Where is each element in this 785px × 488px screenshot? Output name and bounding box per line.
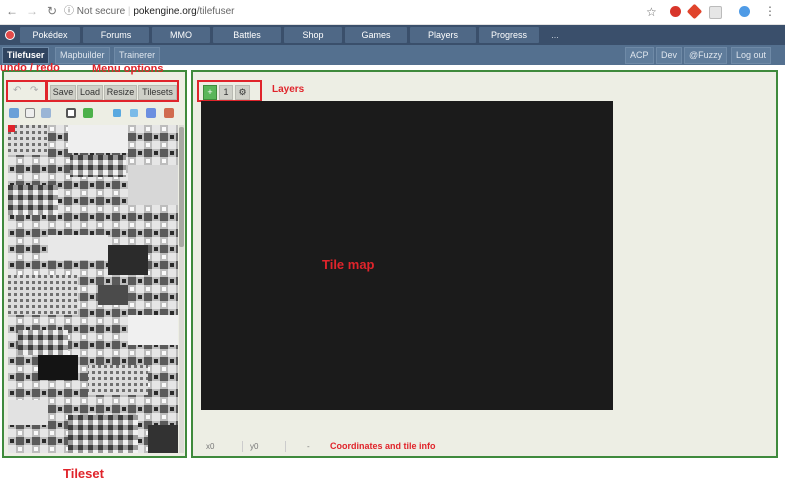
redo-icon[interactable]: ↷ xyxy=(30,86,40,96)
nav-progress[interactable]: Progress xyxy=(479,27,539,43)
logout-link[interactable]: Log out xyxy=(731,47,772,64)
layer-1-button[interactable]: 1 xyxy=(219,85,233,100)
y-coordinate: y0 xyxy=(250,442,259,451)
url-path: /tilefuser xyxy=(196,6,235,17)
menu-options-group: Save Load Resize Tilesets xyxy=(46,80,179,102)
acp-link[interactable]: ACP xyxy=(625,47,654,64)
resize-button[interactable]: Resize xyxy=(104,85,137,100)
tag-extension-icon[interactable] xyxy=(686,3,703,20)
tilesets-button[interactable]: Tilesets xyxy=(138,85,177,100)
tileset-scrollbar[interactable] xyxy=(179,125,184,453)
security-label: Not secure xyxy=(76,6,126,17)
divider xyxy=(285,441,286,452)
nav-pokedex[interactable]: Pokédex xyxy=(20,27,80,43)
divider xyxy=(242,441,243,452)
annotation-coordinates: Coordinates and tile info xyxy=(330,441,436,451)
annotation-tile-map: Tile map xyxy=(322,257,375,272)
annotation-tileset: Tileset xyxy=(63,466,104,481)
layer-light-icon[interactable] xyxy=(130,109,138,117)
nav-games[interactable]: Games xyxy=(345,27,407,43)
save-button[interactable]: Save xyxy=(50,85,76,100)
annotation-menu-options: Menu options xyxy=(92,63,164,75)
tile-map-canvas[interactable] xyxy=(201,101,613,410)
sub-nav: Tilefuser Mapbuilder Trainerer ACP Dev @… xyxy=(0,45,785,65)
add-layer-button[interactable]: + xyxy=(203,85,217,100)
extension-icon[interactable] xyxy=(670,6,681,17)
select-rect-icon[interactable] xyxy=(25,108,35,118)
paint-bucket-icon[interactable] xyxy=(9,108,19,118)
grid-icon[interactable] xyxy=(41,108,51,118)
green-grid-icon[interactable] xyxy=(83,108,93,118)
profile-icon[interactable] xyxy=(739,6,750,17)
nav-shop[interactable]: Shop xyxy=(284,27,342,43)
x-coordinate: x0 xyxy=(206,442,215,451)
nav-forums[interactable]: Forums xyxy=(83,27,149,43)
address-bar[interactable]: ⓘ Not secure | pokengine.org/tilefuser xyxy=(64,4,235,20)
tileset-image[interactable] xyxy=(8,125,178,453)
load-button[interactable]: Load xyxy=(77,85,103,100)
square-icon[interactable] xyxy=(66,108,76,118)
url-host: pokengine.org xyxy=(133,6,197,17)
layer-settings-icon[interactable]: ⚙ xyxy=(235,85,250,100)
tile-info: - xyxy=(307,442,310,451)
tool-icons-row xyxy=(9,108,181,120)
tab-mapbuilder[interactable]: Mapbuilder xyxy=(55,47,110,64)
nav-battles[interactable]: Battles xyxy=(213,27,281,43)
cube-icon[interactable] xyxy=(164,108,174,118)
scrollbar-thumb[interactable] xyxy=(179,127,184,247)
user-link[interactable]: @Fuzzy xyxy=(684,47,728,64)
tileset-graphic xyxy=(8,125,178,453)
site-nav: Pokédex Forums MMO Battles Shop Games Pl… xyxy=(0,25,785,45)
annotation-layers: Layers xyxy=(272,84,305,95)
layers-group: + 1 ⚙ xyxy=(197,80,262,102)
browser-toolbar: ← → ↻ ⓘ Not secure | pokengine.org/tilef… xyxy=(0,0,785,25)
nav-more[interactable]: ... xyxy=(545,27,565,43)
undo-redo-group: ↶ ↷ xyxy=(6,80,47,102)
page-extension-icon[interactable] xyxy=(709,6,722,19)
layer-stack-icon[interactable] xyxy=(146,108,156,118)
layer-blue-icon[interactable] xyxy=(113,109,121,117)
pokeball-logo-icon[interactable] xyxy=(5,30,15,40)
back-icon[interactable]: ← xyxy=(6,5,18,17)
tab-trainerer[interactable]: Trainerer xyxy=(114,47,161,64)
info-icon: ⓘ xyxy=(64,6,74,17)
reload-icon[interactable]: ↻ xyxy=(46,5,58,17)
undo-icon[interactable]: ↶ xyxy=(13,86,23,96)
forward-icon[interactable]: → xyxy=(26,5,38,17)
nav-mmo[interactable]: MMO xyxy=(152,27,210,43)
nav-players[interactable]: Players xyxy=(410,27,476,43)
dev-link[interactable]: Dev xyxy=(656,47,683,64)
menu-kebab-icon[interactable]: ⋮ xyxy=(764,4,776,18)
annotation-undo-redo: undo / redo xyxy=(0,62,60,74)
bookmark-star-icon[interactable]: ☆ xyxy=(646,5,657,19)
